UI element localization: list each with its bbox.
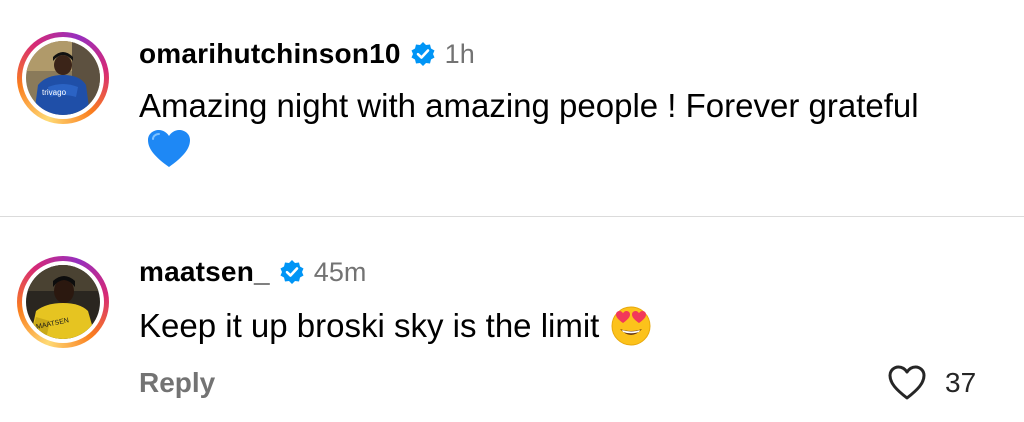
like-section: 37 [887,363,976,403]
username[interactable]: maatsen_ [139,256,270,288]
comment-body: Amazing night with amazing people ! Fore… [139,87,919,124]
comment-text: Amazing night with amazing people ! Fore… [139,84,959,172]
like-count: 37 [945,367,977,398]
timestamp: 1h [444,38,475,69]
heart-eyes-emoji-icon [611,306,651,346]
username[interactable]: omarihutchinson10 [139,38,401,70]
verified-badge-icon [280,260,304,284]
svg-text:trivago: trivago [42,88,67,97]
heart-icon[interactable] [887,363,927,403]
avatar-photo: MAATSEN [26,265,100,339]
comment-body: Keep it up broski sky is the limit [139,307,600,344]
verified-badge-icon [411,42,435,66]
avatar[interactable]: trivago [26,41,100,115]
comment-header: omarihutchinson10 1h [139,38,475,70]
avatar-story-ring[interactable]: trivago [17,32,109,124]
avatar-story-ring[interactable]: MAATSEN [17,256,109,348]
comment-text: Keep it up broski sky is the limit [139,304,999,348]
reply-button[interactable]: Reply [139,367,215,399]
avatar-photo: trivago [26,41,100,115]
comment-header: maatsen_ 45m [139,256,366,288]
blue-heart-emoji-icon [148,130,190,167]
timestamp: 45m [313,256,367,287]
avatar[interactable]: MAATSEN [26,265,100,339]
